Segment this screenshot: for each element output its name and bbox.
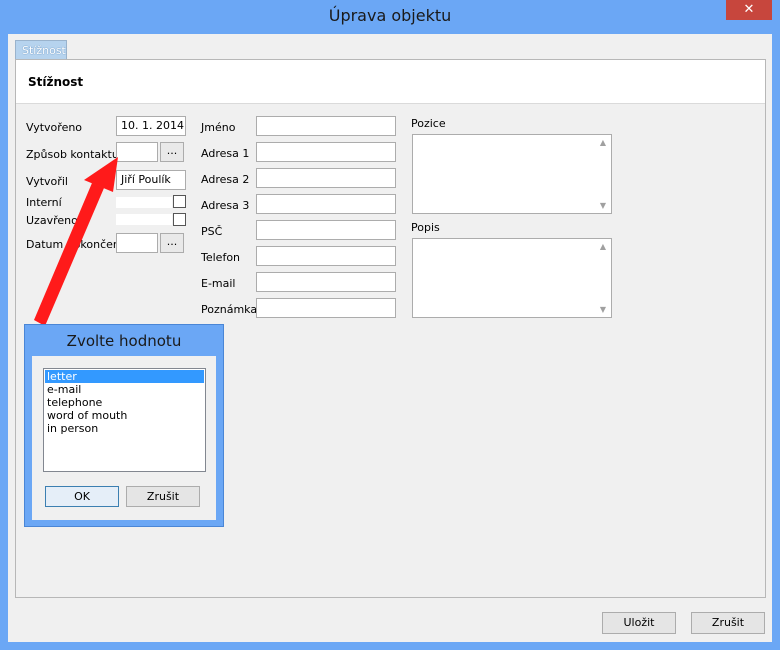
scroll-down-icon[interactable]: ▼ (597, 201, 609, 210)
adresa3-label: Adresa 3 (201, 199, 250, 212)
pozice-label: Pozice (411, 117, 446, 130)
list-item[interactable]: telephone (45, 396, 204, 409)
psc-field[interactable] (256, 220, 396, 240)
jmeno-field[interactable] (256, 116, 396, 136)
email-field[interactable] (256, 272, 396, 292)
datum-dokonceni-field[interactable] (116, 233, 158, 253)
adresa2-label: Adresa 2 (201, 173, 250, 186)
ok-button[interactable]: OK (45, 486, 119, 507)
jmeno-label: Jméno (201, 121, 236, 134)
uzavreno-row (116, 214, 172, 225)
uzavreno-label: Uzavřeno (26, 214, 78, 227)
vytvoril-field[interactable]: Jiří Poulík (116, 170, 186, 190)
pozice-textarea[interactable]: ▲ ▼ (412, 134, 612, 214)
close-icon: ✕ (743, 2, 755, 17)
poznamka-field[interactable] (256, 298, 396, 318)
adresa3-field[interactable] (256, 194, 396, 214)
zpusob-kontaktu-field[interactable] (116, 142, 158, 162)
interni-label: Interní (26, 196, 62, 209)
vytvoreno-label: Vytvořeno (26, 121, 83, 134)
vytvoril-label: Vytvořil (26, 175, 68, 188)
dialog-cancel-button[interactable]: Zrušit (126, 486, 200, 507)
adresa1-field[interactable] (256, 142, 396, 162)
zpusob-kontaktu-browse-button[interactable]: ... (160, 142, 184, 162)
title-bar[interactable]: Úprava objektu ✕ (0, 0, 780, 34)
value-picker-dialog: Zvolte hodnotu letter e-mail telephone w… (24, 324, 224, 527)
scroll-up-icon[interactable]: ▲ (597, 242, 609, 251)
cancel-button[interactable]: Zrušit (691, 612, 765, 634)
list-item[interactable]: word of mouth (45, 409, 204, 422)
psc-label: PSČ (201, 225, 223, 238)
panel-title: Stížnost (28, 75, 84, 89)
dialog-client-area: letter e-mail telephone word of mouth in… (32, 356, 216, 520)
datum-dokonceni-label: Datum dokončení (26, 238, 123, 251)
scroll-up-icon[interactable]: ▲ (597, 138, 609, 147)
popis-textarea[interactable]: ▲ ▼ (412, 238, 612, 318)
interni-row (116, 197, 172, 208)
tab-stiznost[interactable]: Stížnost (15, 40, 67, 60)
telefon-label: Telefon (201, 251, 241, 264)
save-button[interactable]: Uložit (602, 612, 676, 634)
popis-label: Popis (411, 221, 440, 234)
zpusob-kontaktu-label: Způsob kontaktu (26, 148, 119, 161)
list-item[interactable]: in person (45, 422, 204, 435)
vytvoreno-field[interactable]: 10. 1. 2014 (116, 116, 186, 136)
adresa2-field[interactable] (256, 168, 396, 188)
scroll-down-icon[interactable]: ▼ (597, 305, 609, 314)
email-label: E-mail (201, 277, 236, 290)
interni-checkbox[interactable] (173, 195, 186, 208)
list-item[interactable]: e-mail (45, 383, 204, 396)
poznamka-label: Poznámka (201, 303, 258, 316)
value-listbox[interactable]: letter e-mail telephone word of mouth in… (43, 368, 206, 472)
telefon-field[interactable] (256, 246, 396, 266)
adresa1-label: Adresa 1 (201, 147, 250, 160)
list-item[interactable]: letter (45, 370, 204, 383)
dialog-title: Zvolte hodnotu (66, 332, 182, 350)
uzavreno-checkbox[interactable] (173, 213, 186, 226)
close-button[interactable]: ✕ (726, 0, 772, 20)
datum-dokonceni-browse-button[interactable]: ... (160, 233, 184, 253)
window-title: Úprava objektu (328, 6, 452, 25)
panel-header: Stížnost (16, 60, 765, 104)
